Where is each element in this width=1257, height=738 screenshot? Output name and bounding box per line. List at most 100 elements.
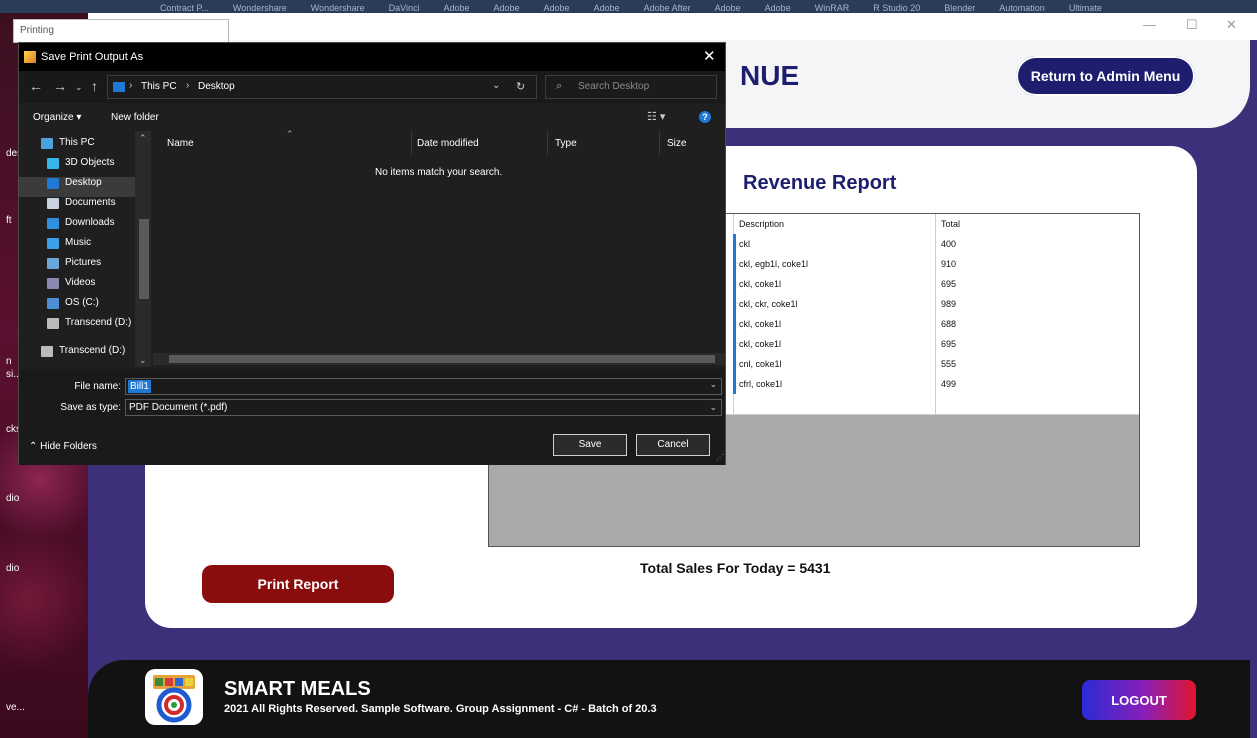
dialog-app-icon: [24, 51, 36, 63]
taskbar-item[interactable]: Ultimate: [1069, 3, 1102, 13]
minimize-icon[interactable]: —: [1143, 17, 1156, 32]
help-icon[interactable]: ?: [699, 111, 711, 123]
table-cell-total[interactable]: 910: [936, 254, 1139, 274]
close-icon[interactable]: ✕: [1226, 17, 1237, 33]
logout-button[interactable]: LOGOUT: [1082, 680, 1196, 720]
column-date-modified[interactable]: Date modified: [417, 138, 479, 149]
taskbar-item[interactable]: Adobe: [494, 3, 520, 13]
up-arrow-icon[interactable]: ↑: [91, 78, 98, 94]
taskbar-item[interactable]: Blender: [944, 3, 975, 13]
table-cell-total[interactable]: 555: [936, 354, 1139, 374]
hide-folders-label: Hide Folders: [40, 441, 97, 452]
save-as-type-value: PDF Document (*.pdf): [129, 402, 228, 413]
table-cell-total[interactable]: 400: [936, 234, 1139, 254]
save-as-type-dropdown-icon[interactable]: ⌄: [709, 400, 717, 415]
file-name-value[interactable]: Bill1: [128, 380, 151, 393]
column-name[interactable]: Name: [167, 138, 194, 149]
nav-tree-item[interactable]: Transcend (D:): [41, 341, 125, 361]
file-list[interactable]: Name ⌃ Date modified Type Size: [153, 129, 725, 353]
cancel-button[interactable]: Cancel: [636, 434, 710, 456]
table-cell-description[interactable]: ckl, coke1l: [734, 314, 936, 334]
refresh-icon[interactable]: ↻: [516, 80, 525, 93]
table-cell-total[interactable]: 499: [936, 374, 1139, 394]
file-list-hscroll-thumb[interactable]: [169, 355, 715, 363]
table-cell-description[interactable]: cfrl, coke1l: [734, 374, 936, 394]
desktop-icon-label[interactable]: ve...: [6, 702, 25, 713]
column-type[interactable]: Type: [555, 138, 577, 149]
taskbar-item[interactable]: Adobe: [544, 3, 570, 13]
dialog-title: Save Print Output As: [41, 51, 144, 63]
table-cell-total[interactable]: 695: [936, 274, 1139, 294]
print-report-button[interactable]: Print Report: [202, 565, 394, 603]
table-cell-total[interactable]: 989: [936, 294, 1139, 314]
table-cell-description[interactable]: ckl: [734, 234, 936, 254]
nav-tree-item[interactable]: Pictures: [47, 253, 101, 273]
nav-tree-item[interactable]: Music: [47, 233, 91, 253]
taskbar-item[interactable]: Adobe: [443, 3, 469, 13]
nav-tree-item[interactable]: 3D Objects: [47, 153, 114, 173]
forward-arrow-icon[interactable]: →: [53, 78, 67, 94]
address-dropdown-icon[interactable]: ⌄: [492, 80, 500, 91]
taskbar-item[interactable]: DaVinci: [389, 3, 420, 13]
save-button[interactable]: Save: [553, 434, 627, 456]
table-cell-description[interactable]: cnl, coke1l: [734, 354, 936, 374]
dialog-toolbar: Organize ▾ New folder ☷ ▾ ?: [19, 107, 725, 129]
table-cell-description[interactable]: ckl, coke1l: [734, 274, 936, 294]
file-name-input[interactable]: Bill1 ⌄: [125, 378, 722, 395]
taskbar-item[interactable]: WinRAR: [815, 3, 850, 13]
table-cell-description[interactable]: ckl, egb1l, coke1l: [734, 254, 936, 274]
nav-tree-item[interactable]: This PC: [41, 133, 95, 153]
nav-pane-scroll-thumb[interactable]: [139, 219, 149, 299]
table-cell-description[interactable]: ckl, ckr, coke1l: [734, 294, 936, 314]
back-arrow-icon[interactable]: ←: [29, 78, 43, 94]
desktop-icon-label[interactable]: ft: [6, 215, 12, 226]
organize-button[interactable]: Organize ▾: [33, 112, 81, 123]
search-desktop-input[interactable]: ⌕ Search Desktop: [545, 75, 717, 99]
table-cell-total[interactable]: 695: [936, 334, 1139, 354]
save-as-type-select[interactable]: PDF Document (*.pdf) ⌄: [125, 399, 722, 416]
new-folder-button[interactable]: New folder: [111, 112, 159, 123]
navigation-pane: This PC 3D Objects Desktop Documents Downloa…: [19, 131, 153, 367]
address-bar[interactable]: › This PC › Desktop ⌄ ↻: [107, 75, 537, 99]
desktop-icon-label[interactable]: dio: [6, 563, 19, 574]
taskbar-item[interactable]: Automation: [999, 3, 1045, 13]
nav-tree-item[interactable]: Documents: [47, 193, 116, 213]
hide-folders-toggle[interactable]: ⌃ Hide Folders: [29, 441, 97, 452]
view-options-icon[interactable]: ☷ ▾: [647, 110, 665, 123]
nav-tree-label: Downloads: [65, 217, 115, 228]
breadcrumb-this-pc[interactable]: This PC: [141, 81, 177, 92]
table-cell-description[interactable]: [734, 394, 936, 414]
breadcrumb-desktop[interactable]: Desktop: [198, 81, 235, 92]
taskbar-item[interactable]: Adobe After: [644, 3, 691, 13]
desktop-icon-label[interactable]: n: [6, 356, 12, 367]
taskbar-item[interactable]: Wondershare: [233, 3, 287, 13]
nav-tree-item[interactable]: OS (C:): [47, 293, 99, 313]
scroll-down-icon[interactable]: ⌄: [139, 355, 147, 366]
dialog-close-icon[interactable]: ✕: [703, 47, 716, 65]
nav-tree-item[interactable]: Videos: [47, 273, 95, 293]
return-to-admin-menu-button[interactable]: Return to Admin Menu: [1016, 56, 1195, 96]
table-cell-description[interactable]: ckl, coke1l: [734, 334, 936, 354]
taskbar-item[interactable]: Adobe: [594, 3, 620, 13]
nav-tree-item[interactable]: Desktop: [47, 173, 102, 193]
taskbar-item[interactable]: Adobe: [765, 3, 791, 13]
column-size[interactable]: Size: [667, 138, 686, 149]
resize-grip-icon[interactable]: ⋰: [716, 453, 724, 462]
table-cell-total[interactable]: 688: [936, 314, 1139, 334]
taskbar-item[interactable]: Adobe: [715, 3, 741, 13]
scroll-up-icon[interactable]: ⌃: [139, 133, 147, 144]
nav-tree-item[interactable]: Downloads: [47, 213, 114, 233]
recent-chevron-icon[interactable]: ⌄: [75, 82, 83, 93]
taskbar-item[interactable]: R Studio 20: [873, 3, 920, 13]
grid-header-total[interactable]: Total: [936, 214, 1139, 234]
desktop-icon-label[interactable]: dio: [6, 493, 19, 504]
taskbar-item[interactable]: Wondershare: [311, 3, 365, 13]
pc-icon: [113, 82, 125, 92]
file-name-dropdown-icon[interactable]: ⌄: [709, 379, 717, 390]
column-separator: [411, 131, 412, 155]
taskbar-item[interactable]: Contract P...: [160, 3, 209, 13]
grid-header-description[interactable]: Description: [734, 214, 936, 234]
maximize-icon[interactable]: ☐: [1186, 17, 1198, 33]
table-cell-total[interactable]: [936, 394, 1139, 414]
nav-tree-item[interactable]: Transcend (D:): [47, 313, 131, 333]
